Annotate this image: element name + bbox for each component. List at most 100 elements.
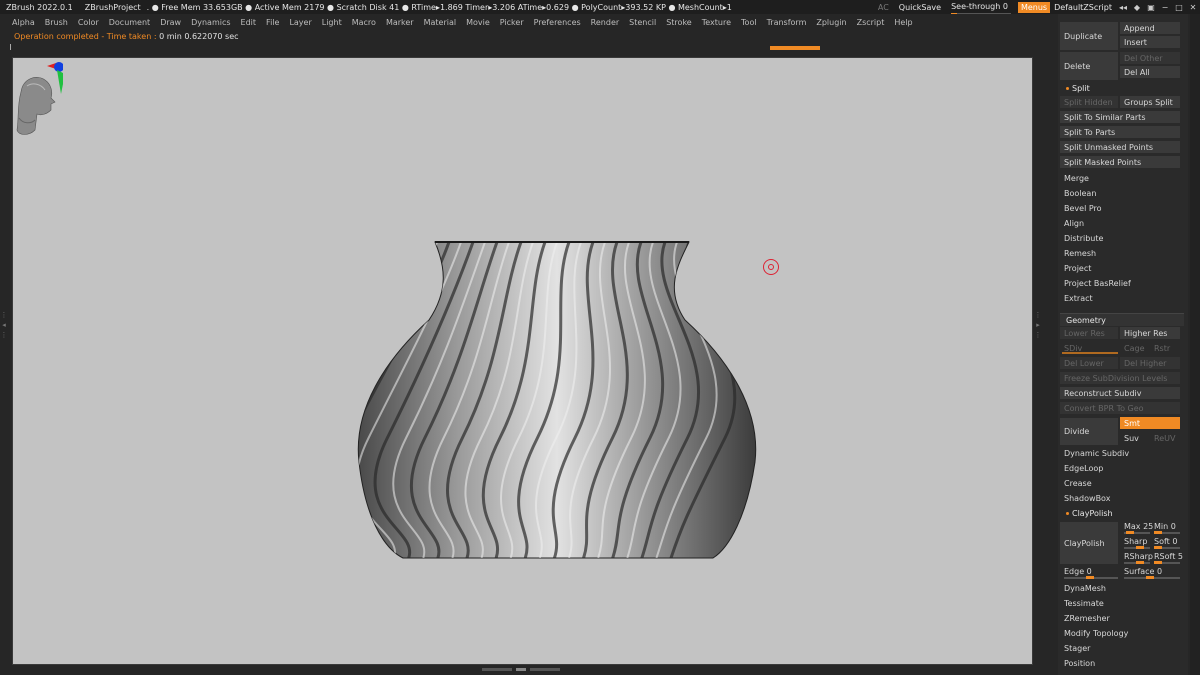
menu-zplugin[interactable]: Zplugin — [816, 18, 846, 27]
menu-brush[interactable]: Brush — [45, 18, 68, 27]
reconstruct-subdiv-button[interactable]: Reconstruct Subdiv — [1060, 387, 1180, 399]
shadowbox-button[interactable]: ShadowBox — [1060, 492, 1180, 504]
convert-bpr-button[interactable]: Convert BPR To Geo — [1060, 402, 1180, 414]
menu-help[interactable]: Help — [894, 18, 912, 27]
menu-marker[interactable]: Marker — [386, 18, 414, 27]
minimize-icon[interactable]: − — [1158, 3, 1172, 12]
menu-stroke[interactable]: Stroke — [666, 18, 692, 27]
navigation-head-gizmo-icon[interactable] — [13, 58, 63, 140]
reuv-toggle[interactable]: ReUV — [1150, 432, 1180, 444]
right-shelf-handle[interactable]: ⋮ ▸ ⋮ — [1034, 310, 1042, 370]
menu-document[interactable]: Document — [109, 18, 150, 27]
document-canvas[interactable] — [12, 57, 1033, 665]
menus-button[interactable]: Menus — [1017, 1, 1051, 13]
menu-picker[interactable]: Picker — [500, 18, 524, 27]
split-similar-parts-button[interactable]: Split To Similar Parts — [1060, 111, 1180, 123]
groups-split-button[interactable]: Groups Split — [1120, 96, 1180, 108]
del-all-button[interactable]: Del All — [1120, 66, 1180, 78]
lower-res-button[interactable]: Lower Res — [1060, 327, 1118, 339]
boolean-button[interactable]: Boolean — [1060, 187, 1180, 199]
menu-edit[interactable]: Edit — [241, 18, 257, 27]
menu-preferences[interactable]: Preferences — [534, 18, 581, 27]
insert-button[interactable]: Insert — [1120, 36, 1180, 48]
min-slider[interactable]: Min 0 — [1154, 522, 1176, 531]
modify-topology-button[interactable]: Modify Topology — [1060, 627, 1180, 639]
menu-texture[interactable]: Texture — [702, 18, 731, 27]
edge-slider[interactable]: Edge 0 — [1064, 567, 1092, 576]
menu-render[interactable]: Render — [591, 18, 619, 27]
menu-zscript[interactable]: Zscript — [857, 18, 885, 27]
geometry-section-header[interactable]: Geometry — [1060, 313, 1184, 326]
rewind-icon[interactable]: ◂◂ — [1116, 3, 1130, 12]
project-button[interactable]: Project — [1060, 262, 1180, 274]
maximize-icon[interactable]: □ — [1172, 3, 1186, 12]
smt-toggle[interactable]: Smt — [1120, 417, 1180, 429]
menu-dynamics[interactable]: Dynamics — [191, 18, 230, 27]
surface-slider[interactable]: Surface 0 — [1124, 567, 1162, 576]
project-basrelief-button[interactable]: Project BasRelief — [1060, 277, 1180, 289]
dynamesh-button[interactable]: DynaMesh — [1060, 582, 1180, 594]
split-hidden-button[interactable]: Split Hidden — [1060, 96, 1118, 108]
max-slider[interactable]: Max 25 — [1124, 522, 1153, 531]
position-button[interactable]: Position — [1060, 657, 1180, 669]
menu-draw[interactable]: Draw — [160, 18, 181, 27]
soft-slider[interactable]: Soft 0 — [1154, 537, 1177, 546]
rsharp-slider[interactable]: RSharp — [1124, 552, 1153, 561]
suv-toggle[interactable]: Suv — [1120, 432, 1148, 444]
menu-layer[interactable]: Layer — [289, 18, 311, 27]
menu-stencil[interactable]: Stencil — [629, 18, 656, 27]
menu-transform[interactable]: Transform — [767, 18, 807, 27]
bottom-shelf-handle[interactable] — [482, 668, 562, 672]
merge-button[interactable]: Merge — [1060, 172, 1180, 184]
claypolish-button[interactable]: ClayPolish — [1060, 522, 1118, 564]
higher-res-button[interactable]: Higher Res — [1120, 327, 1180, 339]
menu-tool[interactable]: Tool — [741, 18, 757, 27]
vase-mesh — [357, 241, 757, 559]
layout-icon[interactable]: ▣ — [1144, 3, 1158, 12]
split-unmasked-button[interactable]: Split Unmasked Points — [1060, 141, 1180, 153]
bevel-pro-button[interactable]: Bevel Pro — [1060, 202, 1180, 214]
menu-color[interactable]: Color — [78, 18, 99, 27]
zremesher-button[interactable]: ZRemesher — [1060, 612, 1180, 624]
split-to-parts-button[interactable]: Split To Parts — [1060, 126, 1180, 138]
ac-toggle[interactable]: AC — [878, 3, 889, 12]
menu-macro[interactable]: Macro — [352, 18, 376, 27]
divide-button[interactable]: Divide — [1060, 418, 1118, 445]
menu-file[interactable]: File — [266, 18, 279, 27]
duplicate-button[interactable]: Duplicate — [1060, 22, 1118, 50]
quicksave-button[interactable]: QuickSave — [899, 3, 941, 12]
del-higher-button[interactable]: Del Higher — [1120, 357, 1180, 369]
distribute-button[interactable]: Distribute — [1060, 232, 1180, 244]
split-section-header[interactable]: Split — [1060, 82, 1184, 95]
default-zscript-button[interactable]: DefaultZScript — [1054, 3, 1112, 12]
menu-light[interactable]: Light — [322, 18, 342, 27]
del-lower-button[interactable]: Del Lower — [1060, 357, 1118, 369]
extract-button[interactable]: Extract — [1060, 292, 1180, 304]
menu-movie[interactable]: Movie — [466, 18, 490, 27]
stager-button[interactable]: Stager — [1060, 642, 1180, 654]
tessimate-button[interactable]: Tessimate — [1060, 597, 1180, 609]
panel-scrollbar[interactable] — [1190, 14, 1200, 675]
seethrough-slider[interactable]: See-through 0 — [951, 2, 1012, 15]
delete-button[interactable]: Delete — [1060, 52, 1118, 80]
cage-button[interactable]: Cage — [1120, 342, 1148, 354]
edgeloop-button[interactable]: EdgeLoop — [1060, 462, 1180, 474]
close-icon[interactable]: ✕ — [1186, 3, 1200, 12]
sharp-slider[interactable]: Sharp — [1124, 537, 1147, 546]
left-shelf-handle[interactable]: ⋮ ◂ ⋮ — [0, 310, 8, 370]
del-other-button[interactable]: Del Other — [1120, 52, 1180, 64]
rstr-button[interactable]: Rstr — [1150, 342, 1180, 354]
align-button[interactable]: Align — [1060, 217, 1180, 229]
freeze-subdivision-button[interactable]: Freeze SubDivision Levels — [1060, 372, 1180, 384]
rsoft-slider[interactable]: RSoft 5 — [1154, 552, 1183, 561]
remesh-button[interactable]: Remesh — [1060, 247, 1180, 259]
append-button[interactable]: Append — [1120, 22, 1180, 34]
diamond-icon[interactable]: ◆ — [1130, 3, 1144, 12]
dynamic-subdiv-button[interactable]: Dynamic Subdiv — [1060, 447, 1180, 459]
menu-alpha[interactable]: Alpha — [12, 18, 35, 27]
crease-button[interactable]: Crease — [1060, 477, 1180, 489]
menu-material[interactable]: Material — [424, 18, 457, 27]
split-masked-button[interactable]: Split Masked Points — [1060, 156, 1180, 168]
project-name: ZBrushProject — [84, 2, 141, 12]
claypolish-section-header[interactable]: ClayPolish — [1060, 507, 1184, 520]
